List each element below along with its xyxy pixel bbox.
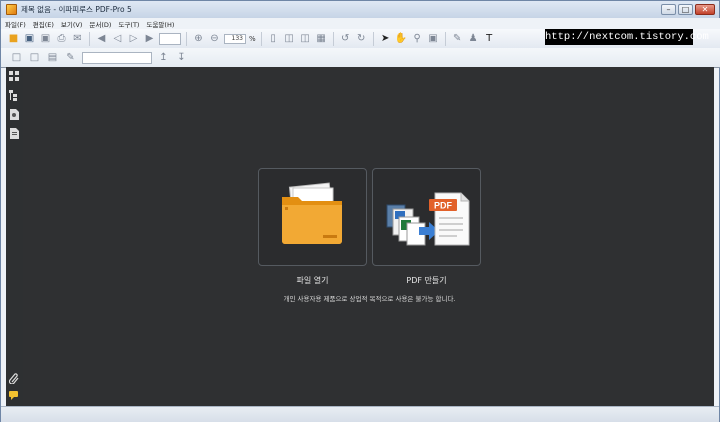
zoom-out-icon[interactable]: ⊖ — [208, 32, 221, 45]
annotations-list-icon[interactable] — [9, 109, 20, 120]
license-notice: 개인 사용자용 제품으로 상업적 목적으로 사용은 불가능 합니다. — [283, 295, 456, 303]
search-previous-icon[interactable]: ↥ — [157, 51, 170, 64]
menu-bar: 파일(F) 편집(E) 보기(V) 문서(D) 도구(T) 도움말(H) — [1, 18, 720, 29]
window-controls: – □ ✕ — [661, 4, 715, 15]
save-icon[interactable]: ▣ — [23, 32, 36, 45]
zoom-unit-label: % — [249, 34, 256, 43]
window-title: 제목 없음 - 이파피루스 PDF-Pro 5 — [21, 5, 132, 14]
hand-tool-icon[interactable]: ✋ — [395, 32, 408, 45]
save-as-icon[interactable]: ▣ — [39, 32, 52, 45]
open-file-card[interactable] — [258, 168, 367, 266]
menu-help[interactable]: 도움말(H) — [146, 19, 174, 29]
status-bar — [1, 406, 719, 422]
create-pdf-card[interactable]: PDF — [372, 168, 481, 266]
zoom-in-icon[interactable]: ⊕ — [192, 32, 205, 45]
toolbar-separator — [260, 31, 262, 46]
create-pdf-icon: PDF — [386, 192, 470, 246]
email-icon[interactable]: ✉ — [71, 32, 84, 45]
thumbnails-icon[interactable] — [9, 71, 20, 82]
toolbar-separator — [332, 31, 334, 46]
pdf-badge-text: PDF — [434, 201, 453, 211]
toolbar-separator — [186, 31, 187, 46]
toolbar-separator — [444, 31, 446, 46]
rotate-left-icon[interactable]: ↺ — [339, 32, 352, 45]
application-window: 제목 없음 - 이파피루스 PDF-Pro 5 – □ ✕ 파일(F) 편집(E… — [0, 0, 720, 422]
menu-file[interactable]: 파일(F) — [5, 19, 26, 29]
document-workspace: PDF 파일 열기 PDF 만들기 개인 사용자용 제품으로 상업적 목적으로 … — [23, 67, 714, 406]
first-page-icon[interactable]: ◀ — [95, 32, 108, 45]
title-bar: 제목 없음 - 이파피루스 PDF-Pro 5 – □ ✕ — [1, 1, 719, 18]
app-icon — [6, 4, 17, 15]
eyedropper-icon[interactable]: ✎ — [64, 51, 77, 64]
select-pointer-icon[interactable]: ➤ — [379, 32, 392, 45]
two-page-icon[interactable]: ◫ — [299, 32, 312, 45]
search-next-icon[interactable]: ↧ — [175, 51, 188, 64]
select-text-icon[interactable]: □ — [28, 51, 41, 64]
open-folder-icon[interactable]: ■ — [7, 32, 20, 45]
attachments-list-icon[interactable] — [9, 128, 20, 139]
comments-icon[interactable] — [9, 390, 20, 401]
single-page-icon[interactable]: ▯ — [267, 32, 280, 45]
attachment-paperclip-icon[interactable] — [9, 373, 20, 384]
snapshot-icon[interactable]: ▣ — [427, 32, 440, 45]
print-icon[interactable]: ⎙ — [55, 32, 68, 45]
url-watermark: http://nextcom.tistory.com — [545, 29, 709, 45]
maximize-button[interactable]: □ — [678, 4, 693, 15]
next-page-icon[interactable]: ▷ — [127, 32, 140, 45]
toolbar-separator — [89, 31, 90, 46]
folder-icon — [282, 182, 342, 244]
last-page-icon[interactable]: ▶ — [143, 32, 156, 45]
menu-document[interactable]: 문서(D) — [89, 19, 111, 29]
page-number-input[interactable] — [159, 32, 181, 45]
minimize-button[interactable]: – — [661, 4, 676, 15]
previous-page-icon[interactable]: ◁ — [111, 32, 124, 45]
secondary-toolbar: □ □ ▤ ✎ ↥ ↧ — [1, 48, 720, 68]
zoom-tool-icon[interactable]: ⚲ — [411, 32, 424, 45]
rotate-right-icon[interactable]: ↻ — [355, 32, 368, 45]
menu-edit[interactable]: 편집(E) — [33, 19, 54, 29]
menu-view[interactable]: 보기(V) — [61, 19, 82, 29]
close-button[interactable]: ✕ — [695, 4, 715, 15]
stamp-icon[interactable]: ♟ — [467, 32, 480, 45]
open-file-label[interactable]: 파일 열기 — [258, 275, 367, 286]
typewriter-icon[interactable]: ▤ — [46, 51, 59, 64]
text-tool-icon[interactable]: T — [483, 32, 496, 45]
create-pdf-label[interactable]: PDF 만들기 — [372, 275, 481, 286]
left-sidebar — [6, 67, 23, 406]
zoom-input[interactable]: 133 — [224, 33, 246, 44]
continuous-page-icon[interactable]: ◫ — [283, 32, 296, 45]
toolbar-separator — [372, 31, 374, 46]
bookmarks-tree-icon[interactable] — [9, 90, 20, 101]
pen-icon[interactable]: ✎ — [451, 32, 464, 45]
menu-tools[interactable]: 도구(T) — [118, 19, 139, 29]
two-page-continuous-icon[interactable]: ▦ — [315, 32, 328, 45]
search-input[interactable] — [82, 51, 152, 64]
select-area-icon[interactable]: □ — [10, 51, 23, 64]
